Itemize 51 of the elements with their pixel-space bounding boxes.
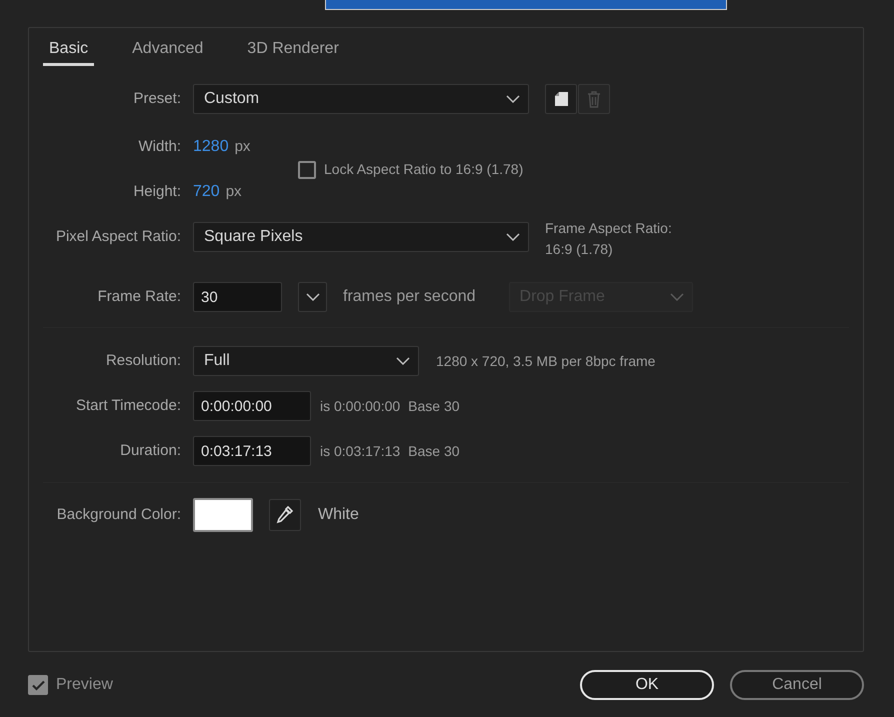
duration-field[interactable]: 0:03:17:13 <box>193 436 311 466</box>
color-swatch[interactable] <box>193 498 253 532</box>
dropdown[interactable]: Custom <box>193 84 529 114</box>
info-text: 1280 x 720, 3.5 MB per 8bpc frame <box>436 352 656 371</box>
chevron-icon <box>396 357 410 365</box>
unit-label: px <box>226 182 242 202</box>
checkbox[interactable] <box>28 675 48 695</box>
frame-rate-field[interactable]: 30 <box>193 282 282 312</box>
info-text: 16:9 (1.78) <box>545 240 614 259</box>
value-text[interactable]: 720 <box>193 180 220 204</box>
dropdown-button[interactable] <box>298 282 327 312</box>
check-icon <box>32 680 44 690</box>
field-label: Height: <box>132 182 181 202</box>
tab[interactable]: Advanced <box>126 34 210 66</box>
new-preset-button[interactable] <box>545 84 577 114</box>
checkbox-label: Preview <box>56 675 113 695</box>
timecode-field[interactable]: 0:00:00:00 <box>193 391 311 421</box>
eyedropper-button[interactable] <box>269 499 301 531</box>
checkbox[interactable] <box>298 160 316 178</box>
info-text: is 0:00:00:00 <box>320 396 400 416</box>
color-name: White <box>318 505 359 525</box>
checkbox-label: Lock Aspect Ratio to 16:9 (1.78) <box>324 160 524 179</box>
cancel-button[interactable]: Cancel <box>730 670 864 700</box>
ok-button[interactable]: OK <box>580 670 714 700</box>
value-text[interactable]: 1280 <box>193 135 229 159</box>
tab[interactable]: Basic <box>43 34 94 66</box>
trash-icon <box>586 90 602 108</box>
field-label: Resolution: <box>104 350 181 371</box>
field-label: Duration: <box>119 440 181 461</box>
chevron-icon <box>506 233 520 241</box>
page-icon <box>552 90 570 108</box>
info-text: Base 30 <box>408 442 460 460</box>
field-label: Pixel Aspect Ratio: <box>54 226 181 247</box>
chevron-icon <box>306 293 320 301</box>
tab[interactable]: 3D Renderer <box>241 34 345 66</box>
dropdown[interactable]: Full <box>193 346 419 376</box>
field-label: Width: <box>137 136 181 157</box>
name-field[interactable] <box>325 0 727 10</box>
unit-label: px <box>234 136 250 157</box>
info-text: is 0:03:17:13 <box>320 442 400 460</box>
field-label: Start Timecode: <box>74 396 181 416</box>
eyedropper-icon <box>276 505 294 525</box>
chevron-icon <box>506 95 520 103</box>
field-label: Frame Rate: <box>96 286 181 307</box>
info-text: Frame Aspect Ratio: <box>545 219 672 238</box>
info-text: Base 30 <box>408 396 460 416</box>
field-label: Background Color: <box>56 504 181 525</box>
field-label: Preset: <box>132 88 181 109</box>
dropdown[interactable]: Square Pixels <box>193 222 529 252</box>
unit-label: frames per second <box>343 287 476 307</box>
chevron-icon <box>670 293 684 301</box>
